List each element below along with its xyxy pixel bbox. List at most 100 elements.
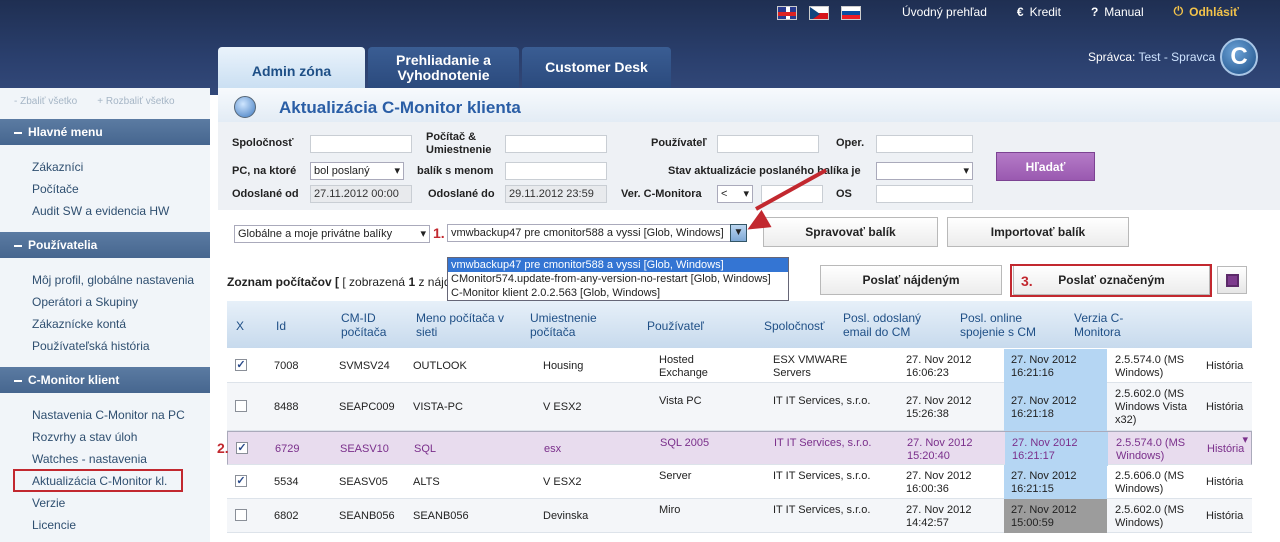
cell-location: V ESX2 (543, 401, 582, 413)
row-checkbox[interactable]: ✓ (236, 442, 248, 454)
cell-online: 27. Nov 2012 15:00:59 (1011, 504, 1077, 529)
top-menu-credit[interactable]: € Kredit (1017, 4, 1061, 19)
sent-from-label: Odoslané od (232, 188, 299, 200)
sidebar-item-customers[interactable]: Zákazníci (32, 160, 83, 174)
history-link[interactable]: História (1206, 401, 1243, 414)
cell-user: Miro (659, 504, 681, 516)
col-company[interactable]: Spoločnosť (764, 319, 825, 333)
row-checkbox[interactable] (235, 400, 247, 412)
sidebar-item-user-history[interactable]: Používateľská história (32, 339, 150, 353)
sidebar-item-profile[interactable]: Môj profil, globálne nastavenia (32, 273, 194, 287)
english-flag-icon[interactable] (777, 6, 797, 20)
top-menu-logout[interactable]: ⏻ Odhlásiť (1174, 4, 1239, 19)
company-label: Spoločnosť (232, 137, 294, 149)
save-icon[interactable] (1217, 266, 1247, 294)
top-menu-home[interactable]: Úvodný prehľad (902, 4, 987, 19)
package-option[interactable]: CMonitor574.update-from-any-version-no-r… (448, 272, 788, 286)
row-checkbox[interactable] (235, 509, 247, 521)
package-select[interactable]: vmwbackup47 pre cmonitor588 a vyssi [Glo… (447, 224, 747, 242)
cell-company: IT IT Services, s.r.o. (773, 504, 871, 516)
language-flags (777, 6, 861, 20)
pc-select[interactable]: bol poslaný (310, 162, 404, 180)
sidebar-item-cmonitor-settings[interactable]: Nastavenia C-Monitor na PC (32, 408, 185, 422)
package-name-label: balík s menom (417, 165, 494, 177)
status-select[interactable] (876, 162, 973, 180)
package-name-input[interactable] (505, 162, 607, 180)
send-marked-highlight (1010, 264, 1212, 297)
sidebar-item-audit[interactable]: Audit SW a evidencia HW (32, 204, 169, 218)
admin-name[interactable]: Test - Spravca (1138, 50, 1215, 64)
col-email[interactable]: Posl. odoslaný email do CM (843, 311, 933, 339)
cell-version: 2.5.574.0 (MS Windows) (1116, 437, 1186, 462)
sent-to-input[interactable]: 29.11.2012 23:59 (505, 185, 607, 203)
search-button[interactable]: Hľadať (996, 152, 1095, 181)
col-x[interactable]: X (236, 319, 244, 333)
sidebar-highlight-box (13, 469, 183, 492)
sidebar-item-accounts[interactable]: Zákaznícke kontá (32, 317, 126, 331)
col-user[interactable]: Používateľ (647, 319, 704, 333)
sidebar-section-cmonitor[interactable]: C-Monitor klient (0, 367, 210, 393)
cell-location: Housing (543, 360, 584, 372)
col-name[interactable]: Meno počítača v sieti (416, 311, 516, 339)
power-icon: ⏻ (1173, 4, 1184, 18)
history-link[interactable]: História (1206, 476, 1243, 489)
tab-browse-evaluate[interactable]: Prehliadanie a Vyhodnotenie (368, 47, 519, 88)
package-scope-select[interactable]: Globálne a moje privátne balíky (234, 225, 430, 243)
pc-label: PC, na ktoré (232, 165, 297, 177)
cell-version: 2.5.602.0 (MS Windows) (1115, 504, 1185, 529)
history-link[interactable]: História (1206, 510, 1243, 523)
tab-customer-desk[interactable]: Customer Desk (522, 47, 671, 88)
slovak-flag-icon[interactable] (841, 6, 861, 20)
company-input[interactable] (310, 135, 412, 153)
oper-input[interactable] (876, 135, 973, 153)
user-input[interactable] (717, 135, 819, 153)
table-header: X Id CM-ID počítača Meno počítača v siet… (227, 301, 1252, 348)
send-found-button[interactable]: Poslať nájdeným (820, 265, 1002, 295)
import-package-button[interactable]: Importovať balík (947, 217, 1129, 247)
sidebar-section-main-menu[interactable]: Hlavné menu (0, 119, 210, 145)
sent-from-input[interactable]: 27.11.2012 00:00 (310, 185, 412, 203)
version-operator-select[interactable]: < (717, 185, 753, 203)
sidebar-item-computers[interactable]: Počítače (32, 182, 79, 196)
table-row[interactable]: ✓ 5534 SEASV05 ALTS V ESX2 Server IT IT Servic… (227, 465, 1252, 499)
computer-input[interactable] (505, 135, 607, 153)
computer-label: Počítač & Umiestnenie (426, 131, 492, 156)
sidebar-item-watches[interactable]: Watches - nastavenia (32, 452, 147, 466)
package-option[interactable]: C-Monitor klient 2.0.2.563 [Glob, Window… (448, 286, 788, 300)
cell-online: 27. Nov 2012 16:21:17 (1012, 437, 1078, 462)
sidebar-section-users[interactable]: Používatelia (0, 232, 210, 258)
row-checkbox[interactable]: ✓ (235, 359, 247, 371)
czech-flag-icon[interactable] (809, 6, 829, 20)
col-version[interactable]: Verzia C-Monitora (1074, 311, 1144, 339)
table-row[interactable]: ✓ 7008 SVMSV24 OUTLOOK Housing Hosted Exchang… (227, 349, 1252, 383)
row-checkbox[interactable]: ✓ (235, 475, 247, 487)
col-location[interactable]: Umiestnenie počítača (530, 311, 610, 339)
cell-email: 27. Nov 2012 15:20:40 (907, 437, 973, 462)
cell-company: IT IT Services, s.r.o. (774, 437, 872, 449)
cell-name: SEANB056 (413, 510, 469, 522)
package-option[interactable]: vmwbackup47 pre cmonitor588 a vyssi [Glo… (448, 258, 788, 272)
marker-3: 3. (1021, 273, 1033, 289)
manage-package-button[interactable]: Spravovať balík (763, 217, 938, 247)
sidebar-item-schedules[interactable]: Rozvrhy a stav úloh (32, 430, 137, 444)
cell-version: 2.5.606.0 (MS Windows) (1115, 470, 1185, 495)
cell-name: ALTS (413, 476, 440, 488)
top-menu-manual[interactable]: ? Manual (1091, 4, 1144, 19)
table-row[interactable]: ✓ 6729 SEASV10 SQL esx SQL 2005 IT IT Services… (227, 431, 1252, 466)
sidebar-item-licenses[interactable]: Licencie (32, 518, 76, 532)
package-dropdown-toggle[interactable]: ▼ (730, 224, 747, 242)
history-link[interactable]: História (1206, 360, 1243, 373)
col-online[interactable]: Posl. online spojenie s CM (960, 311, 1050, 339)
table-row[interactable]: 8488 SEAPC009 VISTA-PC V ESX2 Vista PC IT IT … (227, 383, 1252, 431)
col-id[interactable]: Id (276, 319, 286, 333)
sidebar-item-operators[interactable]: Operátori a Skupiny (32, 295, 138, 309)
history-link[interactable]: História (1207, 443, 1244, 456)
cell-cmid: SEASV10 (340, 443, 389, 455)
col-cmid[interactable]: CM-ID počítača (341, 311, 401, 339)
cell-name: SQL (414, 443, 437, 455)
collapse-all-link[interactable]: - Zbaliť všetko (14, 96, 77, 107)
table-row[interactable]: 6802 SEANB056 SEANB056 Devinska Miro IT IT Se… (227, 499, 1252, 533)
os-input[interactable] (876, 185, 973, 203)
sidebar-item-versions[interactable]: Verzie (32, 496, 65, 510)
expand-all-link[interactable]: + Rozbaliť všetko (97, 96, 174, 107)
